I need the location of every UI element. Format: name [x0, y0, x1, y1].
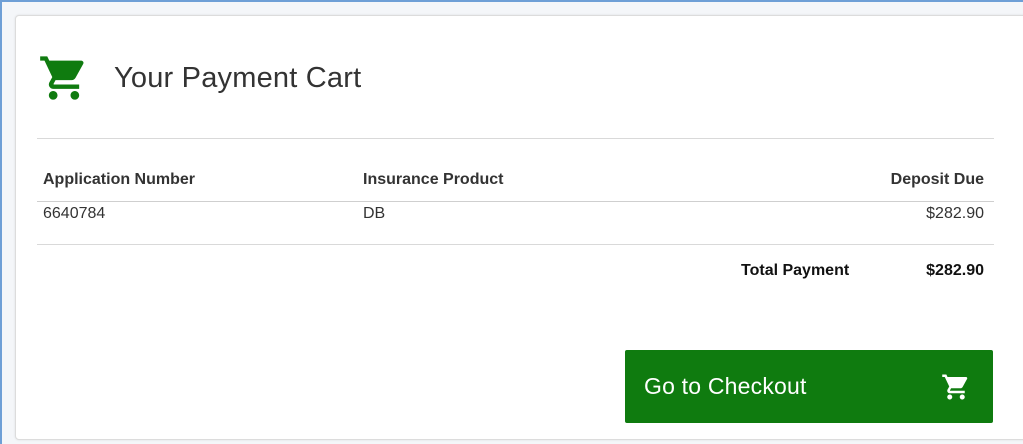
checkout-button-label: Go to Checkout	[644, 373, 807, 399]
application-number-cell: 6640784	[43, 205, 106, 222]
insurance-product-cell: DB	[363, 205, 386, 222]
table-header-divider	[37, 201, 994, 202]
shopping-cart-icon	[942, 374, 968, 399]
go-to-checkout-button[interactable]: Go to Checkout	[625, 350, 993, 423]
total-payment-value: $282.90	[926, 262, 984, 279]
column-header-deposit-due: Deposit Due	[890, 171, 984, 188]
page-title: Your Payment Cart	[114, 61, 362, 94]
header-divider	[37, 138, 994, 139]
shopping-cart-icon	[40, 56, 84, 100]
table-row-divider	[37, 244, 994, 245]
payment-cart-card: Your Payment Cart Application Number Ins…	[15, 15, 1023, 440]
column-header-insurance-product: Insurance Product	[363, 171, 504, 188]
column-header-application-number: Application Number	[43, 171, 196, 188]
total-payment-label: Total Payment	[741, 262, 850, 279]
deposit-due-cell: $282.90	[926, 205, 984, 222]
cart-header: Your Payment Cart	[38, 50, 361, 106]
